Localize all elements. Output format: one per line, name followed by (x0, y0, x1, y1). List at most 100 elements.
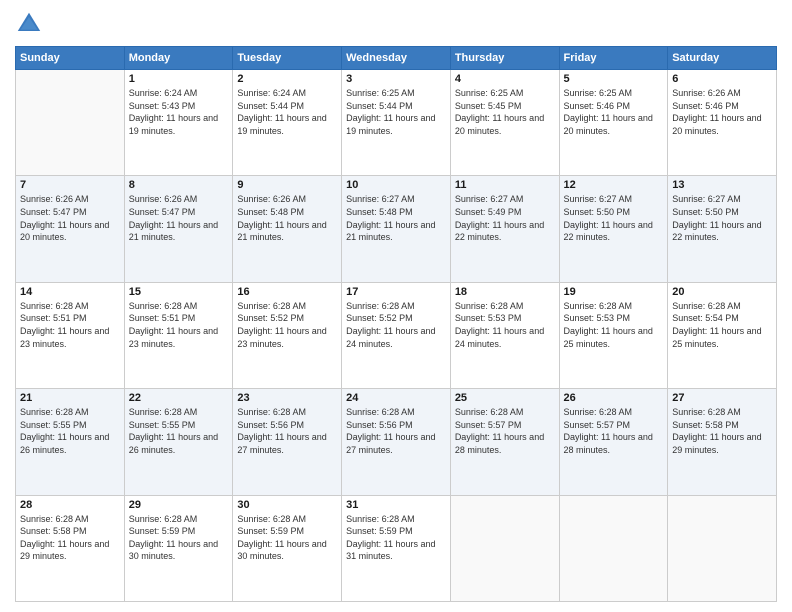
calendar-header-tuesday: Tuesday (233, 47, 342, 70)
day-detail: Sunrise: 6:28 AM Sunset: 5:55 PM Dayligh… (20, 406, 120, 456)
day-number: 26 (564, 392, 664, 404)
calendar-week-row: 28 Sunrise: 6:28 AM Sunset: 5:58 PM Dayli… (16, 495, 777, 601)
calendar-cell: 19 Sunrise: 6:28 AM Sunset: 5:53 PM Dayli… (559, 282, 668, 388)
day-number: 22 (129, 392, 229, 404)
day-detail: Sunrise: 6:26 AM Sunset: 5:47 PM Dayligh… (129, 193, 229, 243)
day-detail: Sunrise: 6:28 AM Sunset: 5:51 PM Dayligh… (129, 300, 229, 350)
day-detail: Sunrise: 6:27 AM Sunset: 5:49 PM Dayligh… (455, 193, 555, 243)
day-detail: Sunrise: 6:28 AM Sunset: 5:58 PM Dayligh… (20, 513, 120, 563)
day-detail: Sunrise: 6:28 AM Sunset: 5:52 PM Dayligh… (237, 300, 337, 350)
day-number: 21 (20, 392, 120, 404)
calendar-cell: 7 Sunrise: 6:26 AM Sunset: 5:47 PM Daylig… (16, 176, 125, 282)
calendar-cell: 31 Sunrise: 6:28 AM Sunset: 5:59 PM Dayli… (342, 495, 451, 601)
day-number: 3 (346, 73, 446, 85)
calendar-cell: 1Sunrise: 6:24 AM Sunset: 5:43 PM Daylig… (124, 70, 233, 176)
calendar-cell: 22 Sunrise: 6:28 AM Sunset: 5:55 PM Dayli… (124, 389, 233, 495)
day-detail: Sunrise: 6:28 AM Sunset: 5:59 PM Dayligh… (129, 513, 229, 563)
day-detail: Sunrise: 6:28 AM Sunset: 5:56 PM Dayligh… (237, 406, 337, 456)
calendar-header-row: SundayMondayTuesdayWednesdayThursdayFrid… (16, 47, 777, 70)
day-number: 10 (346, 179, 446, 191)
day-number: 13 (672, 179, 772, 191)
calendar-cell: 18 Sunrise: 6:28 AM Sunset: 5:53 PM Dayli… (450, 282, 559, 388)
day-number: 16 (237, 286, 337, 298)
calendar-cell: 3 Sunrise: 6:25 AM Sunset: 5:44 PM Daylig… (342, 70, 451, 176)
calendar-cell: 15Sunrise: 6:28 AM Sunset: 5:51 PM Dayli… (124, 282, 233, 388)
day-detail: Sunrise: 6:28 AM Sunset: 5:57 PM Dayligh… (455, 406, 555, 456)
day-number: 18 (455, 286, 555, 298)
day-detail: Sunrise: 6:28 AM Sunset: 5:53 PM Dayligh… (455, 300, 555, 350)
day-number: 7 (20, 179, 120, 191)
day-detail: Sunrise: 6:28 AM Sunset: 5:59 PM Dayligh… (346, 513, 446, 563)
calendar-cell: 12 Sunrise: 6:27 AM Sunset: 5:50 PM Dayli… (559, 176, 668, 282)
calendar-cell: 27 Sunrise: 6:28 AM Sunset: 5:58 PM Dayli… (668, 389, 777, 495)
calendar-table: SundayMondayTuesdayWednesdayThursdayFrid… (15, 46, 777, 602)
day-detail: Sunrise: 6:28 AM Sunset: 5:54 PM Dayligh… (672, 300, 772, 350)
day-detail: Sunrise: 6:26 AM Sunset: 5:47 PM Dayligh… (20, 193, 120, 243)
day-number: 12 (564, 179, 664, 191)
calendar-header-friday: Friday (559, 47, 668, 70)
day-number: 19 (564, 286, 664, 298)
day-number: 25 (455, 392, 555, 404)
day-number: 24 (346, 392, 446, 404)
calendar-cell: 9 Sunrise: 6:26 AM Sunset: 5:48 PM Daylig… (233, 176, 342, 282)
day-number: 29 (129, 499, 229, 511)
calendar-cell: 23 Sunrise: 6:28 AM Sunset: 5:56 PM Dayli… (233, 389, 342, 495)
day-detail: Sunrise: 6:26 AM Sunset: 5:46 PM Dayligh… (672, 87, 772, 137)
header (15, 10, 777, 38)
day-detail: Sunrise: 6:28 AM Sunset: 5:57 PM Dayligh… (564, 406, 664, 456)
day-detail: Sunrise: 6:25 AM Sunset: 5:44 PM Dayligh… (346, 87, 446, 137)
day-detail: Sunrise: 6:27 AM Sunset: 5:50 PM Dayligh… (672, 193, 772, 243)
logo (15, 10, 47, 38)
calendar-cell: 5 Sunrise: 6:25 AM Sunset: 5:46 PM Daylig… (559, 70, 668, 176)
page: SundayMondayTuesdayWednesdayThursdayFrid… (0, 0, 792, 612)
calendar-week-row: 1Sunrise: 6:24 AM Sunset: 5:43 PM Daylig… (16, 70, 777, 176)
day-number: 17 (346, 286, 446, 298)
calendar-cell: 17 Sunrise: 6:28 AM Sunset: 5:52 PM Dayli… (342, 282, 451, 388)
calendar-week-row: 21 Sunrise: 6:28 AM Sunset: 5:55 PM Dayli… (16, 389, 777, 495)
day-detail: Sunrise: 6:28 AM Sunset: 5:52 PM Dayligh… (346, 300, 446, 350)
day-detail: Sunrise: 6:28 AM Sunset: 5:53 PM Dayligh… (564, 300, 664, 350)
day-number: 4 (455, 73, 555, 85)
day-detail: Sunrise: 6:25 AM Sunset: 5:46 PM Dayligh… (564, 87, 664, 137)
calendar-cell: 11Sunrise: 6:27 AM Sunset: 5:49 PM Dayli… (450, 176, 559, 282)
day-number: 27 (672, 392, 772, 404)
calendar-week-row: 14 Sunrise: 6:28 AM Sunset: 5:51 PM Dayli… (16, 282, 777, 388)
calendar-cell: 20Sunrise: 6:28 AM Sunset: 5:54 PM Dayli… (668, 282, 777, 388)
calendar-cell: 26 Sunrise: 6:28 AM Sunset: 5:57 PM Dayli… (559, 389, 668, 495)
calendar-cell (16, 70, 125, 176)
day-number: 9 (237, 179, 337, 191)
day-number: 28 (20, 499, 120, 511)
calendar-header-thursday: Thursday (450, 47, 559, 70)
day-number: 8 (129, 179, 229, 191)
calendar-cell: 10Sunrise: 6:27 AM Sunset: 5:48 PM Dayli… (342, 176, 451, 282)
calendar-cell: 16 Sunrise: 6:28 AM Sunset: 5:52 PM Dayli… (233, 282, 342, 388)
calendar-cell: 13 Sunrise: 6:27 AM Sunset: 5:50 PM Dayli… (668, 176, 777, 282)
logo-icon (15, 10, 43, 38)
day-number: 1 (129, 73, 229, 85)
day-number: 30 (237, 499, 337, 511)
day-detail: Sunrise: 6:28 AM Sunset: 5:56 PM Dayligh… (346, 406, 446, 456)
day-number: 14 (20, 286, 120, 298)
day-number: 31 (346, 499, 446, 511)
day-detail: Sunrise: 6:27 AM Sunset: 5:50 PM Dayligh… (564, 193, 664, 243)
calendar-header-sunday: Sunday (16, 47, 125, 70)
calendar-cell: 21 Sunrise: 6:28 AM Sunset: 5:55 PM Dayli… (16, 389, 125, 495)
calendar-cell (559, 495, 668, 601)
calendar-week-row: 7 Sunrise: 6:26 AM Sunset: 5:47 PM Daylig… (16, 176, 777, 282)
day-detail: Sunrise: 6:28 AM Sunset: 5:59 PM Dayligh… (237, 513, 337, 563)
calendar-cell: 2 Sunrise: 6:24 AM Sunset: 5:44 PM Daylig… (233, 70, 342, 176)
calendar-cell: 30 Sunrise: 6:28 AM Sunset: 5:59 PM Dayli… (233, 495, 342, 601)
calendar-header-monday: Monday (124, 47, 233, 70)
calendar-cell: 6 Sunrise: 6:26 AM Sunset: 5:46 PM Daylig… (668, 70, 777, 176)
calendar-header-wednesday: Wednesday (342, 47, 451, 70)
day-detail: Sunrise: 6:28 AM Sunset: 5:58 PM Dayligh… (672, 406, 772, 456)
day-number: 23 (237, 392, 337, 404)
day-detail: Sunrise: 6:26 AM Sunset: 5:48 PM Dayligh… (237, 193, 337, 243)
day-number: 6 (672, 73, 772, 85)
calendar-cell: 25 Sunrise: 6:28 AM Sunset: 5:57 PM Dayli… (450, 389, 559, 495)
day-number: 5 (564, 73, 664, 85)
day-detail: Sunrise: 6:28 AM Sunset: 5:55 PM Dayligh… (129, 406, 229, 456)
day-detail: Sunrise: 6:24 AM Sunset: 5:44 PM Dayligh… (237, 87, 337, 137)
calendar-cell (668, 495, 777, 601)
day-number: 2 (237, 73, 337, 85)
